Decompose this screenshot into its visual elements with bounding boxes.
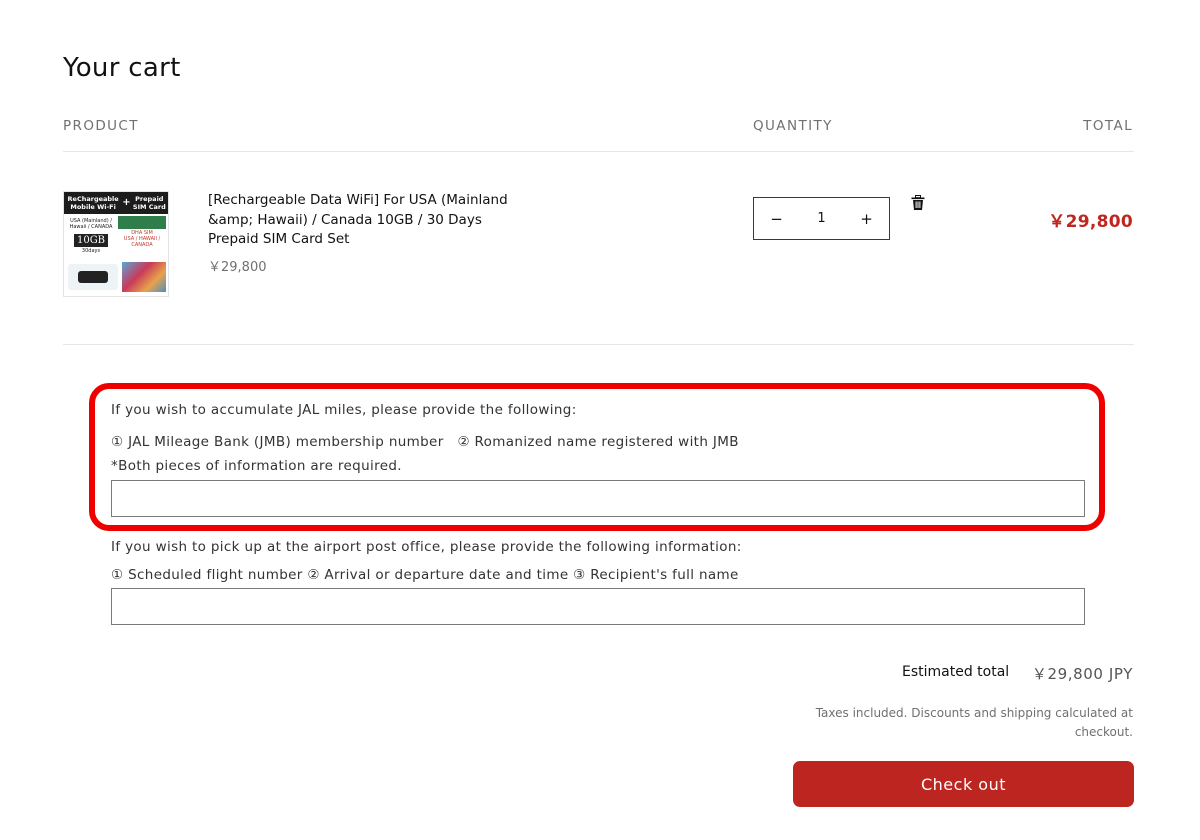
trash-icon[interactable] <box>911 195 925 211</box>
product-image-wifi-pack: USA (Mainland) / Hawaii / CANADA 10GB 30… <box>67 218 115 260</box>
product-image-data: 10GB <box>73 234 109 247</box>
airport-note-line-2: ① Scheduled flight number ② Arrival or d… <box>111 567 739 583</box>
jal-note-line-3: *Both pieces of information are required… <box>111 458 402 474</box>
product-image-days: 30days <box>81 248 101 254</box>
airport-note-line-1: If you wish to pick up at the airport po… <box>111 539 742 555</box>
product-name-link[interactable]: [Rechargeable Data WiFi] For USA (Mainla… <box>208 191 508 250</box>
column-header-product: PRODUCT <box>63 118 139 134</box>
plus-icon: + <box>860 209 873 228</box>
product-unit-price: ￥29,800 <box>208 260 267 275</box>
checkout-button[interactable]: Check out <box>793 761 1134 807</box>
page-title: Your cart <box>63 53 181 83</box>
product-image-photo <box>122 262 166 292</box>
jal-miles-input[interactable] <box>111 480 1085 517</box>
cart-page: Your cart PRODUCT QUANTITY TOTAL ReCharg… <box>0 0 1200 840</box>
airport-pickup-input[interactable] <box>111 588 1085 625</box>
jal-note-line-1: If you wish to accumulate JAL miles, ple… <box>111 402 577 418</box>
product-image-plus: + <box>122 197 131 208</box>
divider <box>63 151 1134 152</box>
quantity-increase-button[interactable]: + <box>844 198 889 239</box>
quantity-input[interactable] <box>801 203 842 234</box>
product-image[interactable]: ReChargeable Mobile Wi-Fi + Prepaid SIM … <box>63 191 169 297</box>
estimated-total-label: Estimated total <box>902 664 1010 680</box>
product-image-left-label: ReChargeable Mobile Wi-Fi <box>67 195 119 211</box>
line-item-total: ￥29,800 <box>1048 212 1133 232</box>
tax-note: Taxes included. Discounts and shipping c… <box>815 706 1133 739</box>
product-image-right-label: Prepaid SIM Card <box>132 195 166 211</box>
product-image-sim-region: USA / HAWAII / CANADA <box>123 236 161 248</box>
minus-icon: − <box>770 209 783 228</box>
estimated-total-value: ￥29,800 JPY <box>1031 665 1133 683</box>
product-image-router <box>68 264 118 290</box>
column-header-quantity: QUANTITY <box>753 118 833 134</box>
product-image-sim-pack: DHA SIM USA / HAWAII / CANADA <box>118 216 166 260</box>
product-image-region: USA (Mainland) / Hawaii / CANADA <box>69 218 113 230</box>
jal-note-line-2: ① JAL Mileage Bank (JMB) membership numb… <box>111 434 739 450</box>
product-image-banner: ReChargeable Mobile Wi-Fi + Prepaid SIM … <box>64 192 168 214</box>
quantity-decrease-button[interactable]: − <box>754 198 799 239</box>
column-header-total: TOTAL <box>1083 118 1133 134</box>
divider <box>63 344 1134 345</box>
quantity-stepper: − + <box>753 197 890 240</box>
